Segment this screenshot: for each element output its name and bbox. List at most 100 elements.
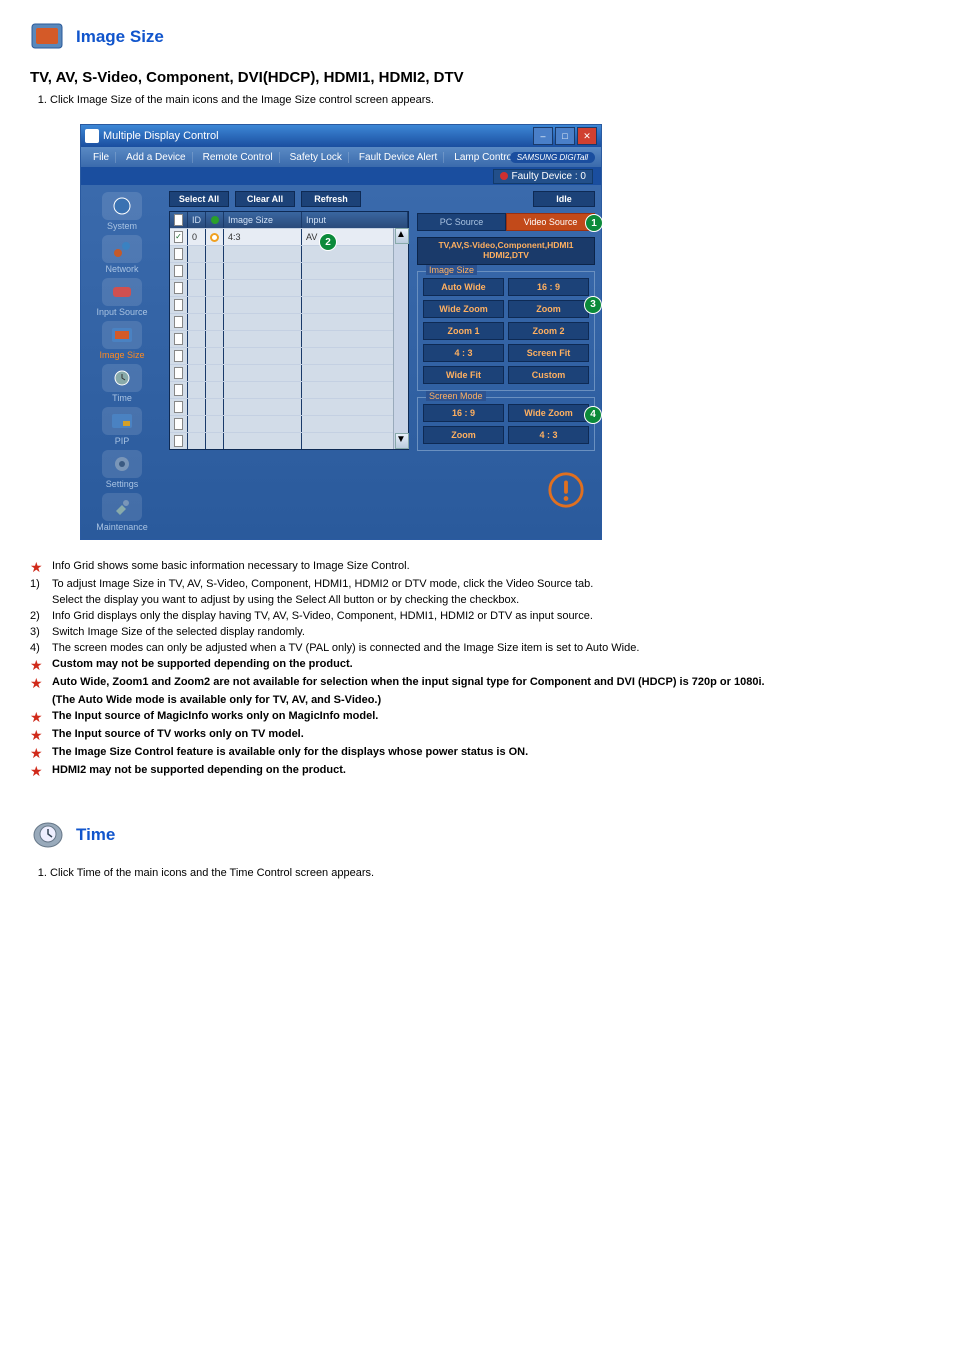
notes-list: ★ Info Grid shows some basic information …: [30, 560, 924, 778]
btn-wide-zoom[interactable]: Wide Zoom: [423, 300, 504, 318]
btn-auto-wide[interactable]: Auto Wide: [423, 278, 504, 296]
clear-all-button[interactable]: Clear All: [235, 191, 295, 207]
callout-badge-2: 2: [319, 233, 337, 251]
btn-wide-fit[interactable]: Wide Fit: [423, 366, 504, 384]
close-button[interactable]: ✕: [577, 127, 597, 145]
section-title-time: Time: [76, 825, 115, 845]
grid-row-empty: [170, 279, 408, 296]
screen-mode-legend: Screen Mode: [426, 391, 486, 401]
btn-custom[interactable]: Custom: [508, 366, 589, 384]
btn-zoom[interactable]: Zoom: [508, 300, 589, 318]
scroll-up-icon[interactable]: ▲: [395, 228, 409, 244]
note-s2b: (The Auto Wide mode is available only fo…: [52, 694, 924, 706]
sidebar-item-network[interactable]: Network: [86, 234, 158, 275]
btn-sm-wide-zoom[interactable]: Wide Zoom: [508, 404, 589, 422]
btn-16-9[interactable]: 16 : 9: [508, 278, 589, 296]
col-id: ID: [188, 212, 206, 228]
image-size-panel: Image Size Auto Wide 16 : 9 Wide Zoom Zo…: [417, 271, 595, 391]
refresh-button[interactable]: Refresh: [301, 191, 361, 207]
settings-icon: [102, 450, 142, 478]
btn-sm-4-3[interactable]: 4 : 3: [508, 426, 589, 444]
menu-remote-control[interactable]: Remote Control: [197, 152, 280, 163]
sidebar-item-pip[interactable]: PIP: [86, 406, 158, 447]
network-icon: [102, 235, 142, 263]
intro-step-1: Click Image Size of the main icons and t…: [50, 94, 924, 106]
minimize-button[interactable]: –: [533, 127, 553, 145]
app-icon: [85, 129, 99, 143]
marker-3: 3): [30, 626, 52, 638]
status-header-icon: [211, 216, 219, 224]
grid-row-empty: [170, 330, 408, 347]
note-s6: HDMI2 may not be supported depending on …: [52, 764, 924, 776]
note-s3: The Input source of MagicInfo works only…: [52, 710, 924, 722]
scroll-down-icon[interactable]: ▼: [395, 433, 409, 449]
callout-badge-1: 1: [585, 214, 603, 232]
star-icon: ★: [30, 764, 52, 778]
alert-icon: [547, 471, 585, 512]
faulty-device-indicator: Faulty Device : 0: [493, 169, 593, 184]
sidebar-item-time[interactable]: Time: [86, 363, 158, 404]
header-checkbox-icon: [174, 214, 183, 226]
time-icon: [102, 364, 142, 392]
window-title: Multiple Display Control: [103, 130, 219, 142]
marker-2: 2): [30, 610, 52, 622]
grid-row-empty: [170, 398, 408, 415]
grid-row-empty: [170, 245, 408, 262]
sidebar-item-image-size[interactable]: Image Size: [86, 320, 158, 361]
sidebar-item-input-source[interactable]: Input Source: [86, 277, 158, 318]
btn-zoom-1[interactable]: Zoom 1: [423, 322, 504, 340]
sidebar-item-maintenance[interactable]: Maintenance: [86, 492, 158, 533]
titlebar: Multiple Display Control – □ ✕: [81, 125, 601, 147]
menubar: File Add a Device Remote Control Safety …: [81, 147, 601, 167]
grid-row-empty: [170, 364, 408, 381]
col-input: Input: [302, 212, 408, 228]
brand-badge: SAMSUNG DIGITall: [510, 152, 595, 163]
time-intro-list: Click Time of the main icons and the Tim…: [30, 867, 924, 879]
row-status-icon: [210, 233, 219, 242]
idle-indicator: Idle: [533, 191, 595, 207]
note-info-grid: Info Grid shows some basic information n…: [52, 560, 924, 572]
grid-row-0[interactable]: 0 4:3 AV: [170, 228, 408, 245]
sidebar-item-settings[interactable]: Settings: [86, 449, 158, 490]
grid-row-empty: [170, 262, 408, 279]
btn-sm-zoom[interactable]: Zoom: [423, 426, 504, 444]
faulty-bar: Faulty Device : 0: [81, 167, 601, 185]
menu-safety-lock[interactable]: Safety Lock: [284, 152, 349, 163]
btn-zoom-2[interactable]: Zoom 2: [508, 322, 589, 340]
row-checkbox[interactable]: [174, 231, 183, 243]
note-s4: The Input source of TV works only on TV …: [52, 728, 924, 740]
btn-4-3[interactable]: 4 : 3: [423, 344, 504, 362]
menu-file[interactable]: File: [87, 152, 116, 163]
menu-fault-alert[interactable]: Fault Device Alert: [353, 152, 444, 163]
note-s2a: Auto Wide, Zoom1 and Zoom2 are not avail…: [52, 676, 924, 688]
star-icon: ★: [30, 676, 52, 690]
note-s1: Custom may not be supported depending on…: [52, 658, 924, 670]
time-section-icon: [30, 818, 66, 852]
marker-1: 1): [30, 578, 52, 590]
note-s5: The Image Size Control feature is availa…: [52, 746, 924, 758]
col-image-size: Image Size: [224, 212, 302, 228]
tab-video-source[interactable]: Video Source: [506, 213, 595, 231]
grid-row-empty: [170, 296, 408, 313]
note-1a: To adjust Image Size in TV, AV, S-Video,…: [52, 578, 924, 590]
select-all-button[interactable]: Select All: [169, 191, 229, 207]
pip-icon: [102, 407, 142, 435]
note-2: Info Grid displays only the display havi…: [52, 610, 924, 622]
maximize-button[interactable]: □: [555, 127, 575, 145]
menu-add-device[interactable]: Add a Device: [120, 152, 192, 163]
maintenance-icon: [102, 493, 142, 521]
btn-sm-16-9[interactable]: 16 : 9: [423, 404, 504, 422]
tab-pc-source[interactable]: PC Source: [417, 213, 506, 231]
btn-screen-fit[interactable]: Screen Fit: [508, 344, 589, 362]
note-4: The screen modes can only be adjusted wh…: [52, 642, 924, 654]
row-id: 0: [188, 229, 206, 245]
image-size-legend: Image Size: [426, 265, 477, 275]
sidebar-item-system[interactable]: System: [86, 191, 158, 232]
grid-row-empty: [170, 381, 408, 398]
time-step-1: Click Time of the main icons and the Tim…: [50, 867, 924, 879]
info-grid: ID Image Size Input 0 4:3 AV: [169, 211, 409, 450]
faulty-dot-icon: [500, 172, 508, 180]
intro-list: Click Image Size of the main icons and t…: [30, 94, 924, 106]
grid-scrollbar[interactable]: ▲ ▼: [393, 228, 408, 449]
note-3: Switch Image Size of the selected displa…: [52, 626, 924, 638]
